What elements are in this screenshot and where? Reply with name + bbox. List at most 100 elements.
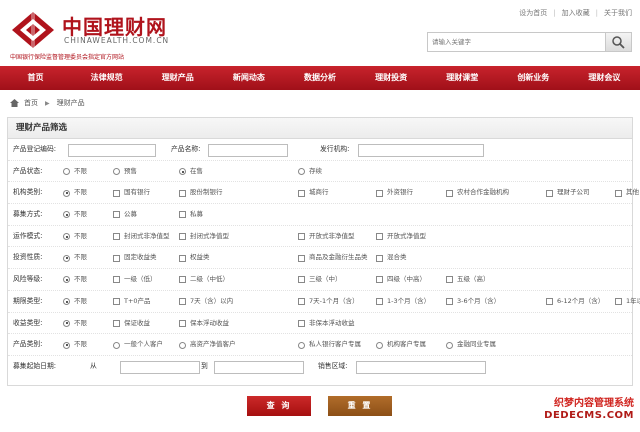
filter-option[interactable]: 公募 xyxy=(113,204,137,226)
about-us-link[interactable]: 关于我们 xyxy=(604,9,632,17)
filter-option[interactable]: 封闭式非净值型 xyxy=(113,226,170,248)
filter-option[interactable]: 一级（低） xyxy=(113,269,157,291)
filter-option[interactable]: 五级（高） xyxy=(446,269,490,291)
filter-option[interactable]: 保本浮动收益 xyxy=(179,313,229,335)
checkbox[interactable] xyxy=(113,211,120,219)
site-logo[interactable]: 中国理财网 CHINAWEALTH.COM.CN 中国银行保险监督管理委员会指定… xyxy=(10,8,210,62)
filter-option[interactable]: 固定收益类 xyxy=(113,247,157,269)
filter-option[interactable]: 不限 xyxy=(63,269,87,291)
radio-button[interactable] xyxy=(376,341,383,349)
checkbox[interactable] xyxy=(113,233,120,241)
region-input[interactable] xyxy=(356,360,486,374)
nav-home[interactable]: 首页 xyxy=(0,66,71,90)
filter-option[interactable]: 存续 xyxy=(298,161,322,183)
checkbox[interactable] xyxy=(179,233,186,241)
filter-option[interactable]: 其他 xyxy=(615,182,639,204)
radio-button[interactable] xyxy=(63,168,70,176)
issuer-input[interactable] xyxy=(358,144,484,157)
checkbox[interactable] xyxy=(376,254,383,262)
filter-option[interactable]: 外资银行 xyxy=(376,182,413,204)
set-homepage-link[interactable]: 设为首页 xyxy=(519,9,547,17)
filter-option[interactable]: 1年以上 xyxy=(615,291,640,313)
filter-option[interactable]: 不限 xyxy=(63,291,87,313)
checkbox[interactable] xyxy=(179,189,186,197)
filter-option[interactable]: 封闭式净值型 xyxy=(179,226,229,248)
filter-option[interactable]: 国有银行 xyxy=(113,182,150,204)
filter-option[interactable]: 预售 xyxy=(113,161,137,183)
filter-option[interactable]: 农村合作金融机构 xyxy=(446,182,509,204)
radio-button[interactable] xyxy=(63,276,70,284)
radio-button[interactable] xyxy=(63,189,70,197)
checkbox[interactable] xyxy=(546,189,553,197)
checkbox[interactable] xyxy=(298,319,305,327)
filter-option[interactable]: 私人银行客户专属 xyxy=(298,334,361,356)
filter-option[interactable]: 机构客户专属 xyxy=(376,334,426,356)
checkbox[interactable] xyxy=(179,319,186,327)
filter-option[interactable]: 高资产净值客户 xyxy=(179,334,236,356)
nav-analysis[interactable]: 数据分析 xyxy=(284,66,355,90)
filter-option[interactable]: 城商行 xyxy=(298,182,329,204)
search-button[interactable] xyxy=(605,33,631,51)
checkbox[interactable] xyxy=(298,276,305,284)
checkbox[interactable] xyxy=(446,298,453,306)
filter-option[interactable]: 开放式非净值型 xyxy=(298,226,355,248)
filter-option[interactable]: 不限 xyxy=(63,334,87,356)
radio-button[interactable] xyxy=(63,319,70,327)
checkbox[interactable] xyxy=(376,298,383,306)
checkbox[interactable] xyxy=(179,298,186,306)
checkbox[interactable] xyxy=(446,189,453,197)
filter-option[interactable]: 6-12个月（含） xyxy=(546,291,604,313)
checkbox[interactable] xyxy=(376,189,383,197)
filter-option[interactable]: 3-6个月（含） xyxy=(446,291,500,313)
filter-option[interactable]: 保证收益 xyxy=(113,313,150,335)
checkbox[interactable] xyxy=(298,189,305,197)
filter-option[interactable]: 金融同业专属 xyxy=(446,334,496,356)
nav-products[interactable]: 理财产品 xyxy=(142,66,213,90)
filter-option[interactable]: 私募 xyxy=(179,204,203,226)
checkbox[interactable] xyxy=(546,298,553,306)
filter-option[interactable]: 7天（含）以内 xyxy=(179,291,233,313)
filter-option[interactable]: 不限 xyxy=(63,226,87,248)
radio-button[interactable] xyxy=(63,341,70,349)
checkbox[interactable] xyxy=(615,189,622,197)
checkbox[interactable] xyxy=(113,298,120,306)
breadcrumb-home[interactable]: 首页 xyxy=(24,98,38,108)
radio-button[interactable] xyxy=(113,168,120,176)
checkbox[interactable] xyxy=(113,254,120,262)
checkbox[interactable] xyxy=(179,276,186,284)
filter-option[interactable]: 不限 xyxy=(63,204,87,226)
date-to-input[interactable] xyxy=(214,360,304,374)
nav-classroom[interactable]: 理财课堂 xyxy=(427,66,498,90)
date-from-input[interactable] xyxy=(120,360,200,374)
product-name-input[interactable] xyxy=(208,144,288,157)
filter-option[interactable]: 一般个人客户 xyxy=(113,334,163,356)
filter-option[interactable]: 商品及金融衍生品类 xyxy=(298,247,368,269)
filter-option[interactable]: 7天-1个月（含） xyxy=(298,291,359,313)
radio-button[interactable] xyxy=(63,254,70,262)
radio-button[interactable] xyxy=(63,298,70,306)
checkbox[interactable] xyxy=(376,276,383,284)
filter-option[interactable]: 不限 xyxy=(63,247,87,269)
radio-button[interactable] xyxy=(298,168,305,176)
radio-button[interactable] xyxy=(63,211,70,219)
query-button[interactable]: 查 询 xyxy=(247,396,311,416)
checkbox[interactable] xyxy=(113,276,120,284)
filter-option[interactable]: 在售 xyxy=(179,161,203,183)
filter-option[interactable]: 四级（中高） xyxy=(376,269,426,291)
filter-option[interactable]: 权益类 xyxy=(179,247,210,269)
filter-option[interactable]: 理财子公司 xyxy=(546,182,590,204)
nav-regulations[interactable]: 法律规范 xyxy=(71,66,142,90)
nav-conference[interactable]: 理财会议 xyxy=(569,66,640,90)
radio-button[interactable] xyxy=(179,341,186,349)
search-input[interactable] xyxy=(428,33,604,51)
filter-option[interactable]: 二级（中低） xyxy=(179,269,229,291)
checkbox[interactable] xyxy=(615,298,622,306)
checkbox[interactable] xyxy=(113,189,120,197)
checkbox[interactable] xyxy=(376,233,383,241)
reset-button[interactable]: 重 置 xyxy=(328,396,392,416)
checkbox[interactable] xyxy=(446,276,453,284)
checkbox[interactable] xyxy=(113,319,120,327)
nav-news[interactable]: 新闻动态 xyxy=(213,66,284,90)
radio-button[interactable] xyxy=(446,341,453,349)
filter-option[interactable]: T+0产品 xyxy=(113,291,151,313)
